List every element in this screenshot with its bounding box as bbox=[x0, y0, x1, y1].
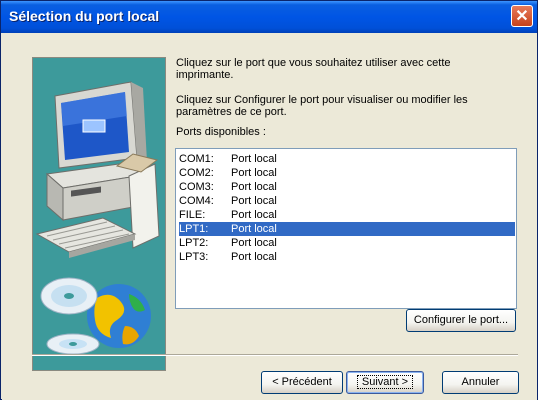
list-item[interactable]: COM4: Port local bbox=[179, 194, 515, 208]
configure-port-button[interactable]: Configurer le port... bbox=[406, 309, 516, 332]
dialog-window: Sélection du port local ✕ Cliquez sur le… bbox=[0, 0, 538, 400]
list-item[interactable]: COM3: Port local bbox=[179, 180, 515, 194]
dialog-body: Cliquez sur le port que vous souhaitez u… bbox=[2, 33, 537, 400]
port-name: COM4: bbox=[179, 195, 214, 207]
list-item[interactable]: LPT3: Port local bbox=[179, 250, 515, 264]
port-name: COM1: bbox=[179, 153, 214, 165]
list-item-selected[interactable]: LPT1: Port local bbox=[179, 222, 515, 236]
list-item[interactable]: COM2: Port local bbox=[179, 166, 515, 180]
wizard-illustration bbox=[32, 57, 166, 371]
next-button-label: Suivant > bbox=[356, 375, 414, 389]
title-bar[interactable]: Sélection du port local ✕ bbox=[1, 1, 537, 33]
port-description: Port local bbox=[231, 251, 277, 263]
port-description: Port local bbox=[231, 237, 277, 249]
window-title: Sélection du port local bbox=[9, 8, 160, 24]
port-description: Port local bbox=[231, 167, 277, 179]
computer-illustration-icon bbox=[33, 58, 165, 370]
port-name: FILE: bbox=[179, 209, 206, 221]
port-name: LPT3: bbox=[179, 251, 209, 263]
ports-listbox[interactable]: COM1: Port local COM2: Port local COM3: … bbox=[175, 148, 517, 309]
ports-label: Ports disponibles : bbox=[176, 126, 266, 138]
port-description: Port local bbox=[231, 195, 277, 207]
close-button[interactable]: ✕ bbox=[511, 5, 533, 27]
port-description: Port local bbox=[231, 153, 277, 165]
port-name: COM3: bbox=[179, 181, 214, 193]
cancel-button[interactable]: Annuler bbox=[442, 371, 519, 394]
close-icon: ✕ bbox=[515, 8, 529, 25]
port-name: LPT1: bbox=[179, 223, 209, 235]
divider bbox=[32, 354, 518, 356]
port-description: Port local bbox=[231, 181, 277, 193]
port-description: Port local bbox=[231, 209, 277, 221]
port-name: COM2: bbox=[179, 167, 214, 179]
next-button[interactable]: Suivant > bbox=[346, 371, 424, 394]
list-item[interactable]: LPT2: Port local bbox=[179, 236, 515, 250]
list-item[interactable]: COM1: Port local bbox=[179, 152, 515, 166]
port-name: LPT2: bbox=[179, 237, 209, 249]
instruction-configure-port: Cliquez sur Configurer le port pour visu… bbox=[176, 94, 468, 118]
list-item[interactable]: FILE: Port local bbox=[179, 208, 515, 222]
instruction-select-port: Cliquez sur le port que vous souhaitez u… bbox=[176, 57, 451, 81]
port-description: Port local bbox=[231, 223, 277, 235]
previous-button[interactable]: < Précédent bbox=[261, 371, 343, 394]
